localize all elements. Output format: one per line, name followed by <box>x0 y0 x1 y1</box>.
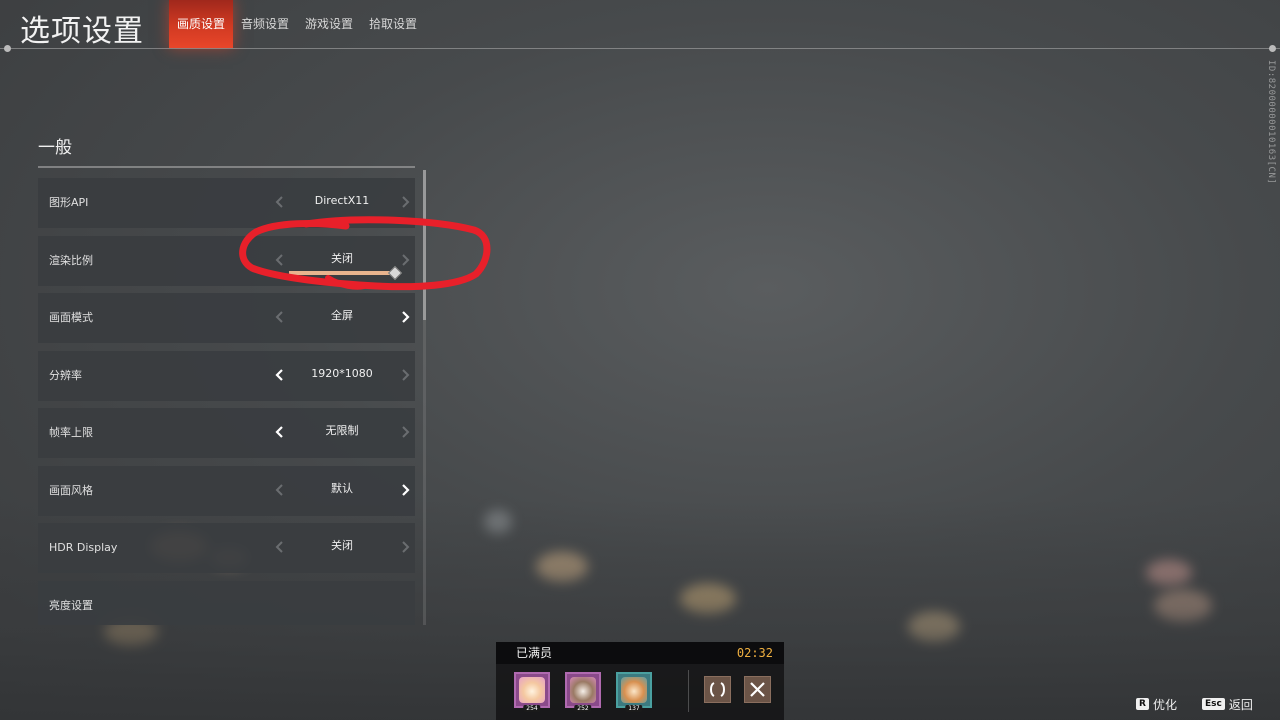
team-divider <box>688 670 689 712</box>
avatar <box>519 677 545 703</box>
client-id-label: ID:82000000010163[CN] <box>1266 60 1276 185</box>
chevron-right-icon[interactable] <box>395 537 415 557</box>
avatar <box>621 677 647 703</box>
key-esc: Esc <box>1202 698 1225 710</box>
setting-row-display-mode: 画面模式 全屏 <box>38 293 415 343</box>
team-member-avatar[interactable]: 252 <box>565 672 601 712</box>
setting-label: 分辨率 <box>49 368 82 382</box>
setting-value: 1920*1080 <box>311 366 373 380</box>
optimize-label: 优化 <box>1152 697 1177 712</box>
member-level: 252 <box>574 705 592 712</box>
chevron-left-icon[interactable] <box>270 480 290 500</box>
member-level: 137 <box>625 705 643 712</box>
render-scale-slider[interactable] <box>289 265 403 280</box>
setting-label: 亮度设置 <box>49 598 93 612</box>
refresh-icon <box>710 682 725 697</box>
chevron-right-icon[interactable] <box>395 250 415 270</box>
close-button[interactable] <box>744 676 771 703</box>
setting-label: HDR Display <box>49 541 118 554</box>
tab-graphics-settings[interactable]: 画质设置 <box>169 0 233 48</box>
team-panel: 已满员 02:32 254 252 137 <box>496 642 784 720</box>
setting-row-visual-style: 画面风格 默认 <box>38 465 415 516</box>
settings-tabs: 画质设置 音频设置 游戏设置 拾取设置 <box>169 0 425 48</box>
chevron-right-icon[interactable] <box>395 192 415 212</box>
section-title: 一般 <box>38 138 72 158</box>
setting-label: 画面模式 <box>49 311 93 324</box>
header-divider <box>0 45 1280 52</box>
chevron-right-icon[interactable] <box>395 365 415 385</box>
chevron-left-icon[interactable] <box>270 365 290 385</box>
chevron-left-icon[interactable] <box>270 422 290 442</box>
team-header: 已满员 02:32 <box>496 642 784 664</box>
optimize-hint[interactable]: R 优化 <box>1136 696 1177 712</box>
top-bar: 选项设置 画质设置 音频设置 游戏设置 拾取设置 <box>0 0 1280 49</box>
setting-row-frame-rate-limit: 帧率上限 无限制 <box>38 408 415 458</box>
setting-row-render-scale: 渲染比例 关闭 <box>38 235 415 286</box>
chevron-left-icon[interactable] <box>270 192 290 212</box>
setting-label: 图形API <box>49 196 89 209</box>
setting-value: 默认 <box>331 481 353 495</box>
setting-row-brightness[interactable]: 亮度设置 <box>38 580 415 625</box>
chevron-left-icon[interactable] <box>270 250 290 270</box>
key-r: R <box>1136 698 1149 710</box>
refresh-button[interactable] <box>704 676 731 703</box>
chevron-right-icon[interactable] <box>395 480 415 500</box>
slider-track <box>289 270 395 275</box>
chevron-right-icon[interactable] <box>395 307 415 327</box>
setting-label: 帧率上限 <box>49 426 93 439</box>
setting-label: 渲染比例 <box>49 253 93 267</box>
page-title: 选项设置 <box>20 14 144 49</box>
tab-audio-settings[interactable]: 音频设置 <box>233 0 297 48</box>
back-label: 返回 <box>1228 697 1253 712</box>
section-divider <box>38 166 415 168</box>
team-member-avatar[interactable]: 254 <box>514 672 550 712</box>
setting-value: DirectX11 <box>314 194 370 207</box>
tab-pickup-settings[interactable]: 拾取设置 <box>361 0 425 48</box>
setting-row-hdr-display: HDR Display 关闭 <box>38 523 415 573</box>
settings-list: 图形API DirectX11 渲染比例 关闭 画面模式 全屏 分辨率 1920… <box>38 178 415 625</box>
setting-value: 无限制 <box>325 424 359 437</box>
avatar <box>570 677 596 703</box>
team-status: 已满员 <box>516 646 553 660</box>
chevron-right-icon[interactable] <box>395 422 415 442</box>
back-hint[interactable]: Esc 返回 <box>1202 696 1253 712</box>
chevron-left-icon[interactable] <box>270 537 290 557</box>
setting-label: 画面风格 <box>49 483 93 497</box>
setting-row-graphics-api: 图形API DirectX11 <box>38 178 415 228</box>
setting-value: 关闭 <box>331 539 353 552</box>
chevron-left-icon[interactable] <box>270 307 290 327</box>
setting-value: 全屏 <box>331 309 353 322</box>
tab-game-settings[interactable]: 游戏设置 <box>297 0 361 48</box>
setting-row-resolution: 分辨率 1920*1080 <box>38 350 415 401</box>
team-member-avatar[interactable]: 137 <box>616 672 652 712</box>
close-icon <box>750 682 765 697</box>
scrollbar-thumb[interactable] <box>423 170 426 320</box>
team-timer: 02:32 <box>736 646 773 660</box>
member-level: 254 <box>523 705 541 712</box>
